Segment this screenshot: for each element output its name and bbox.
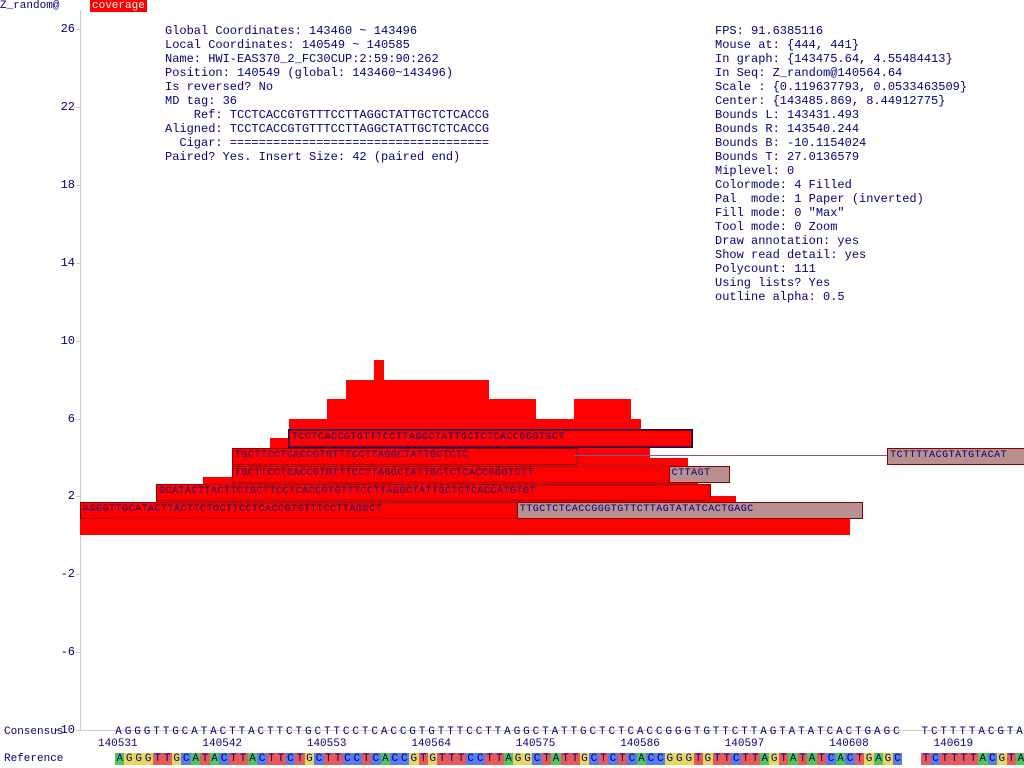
- position-tick: 140542: [202, 738, 242, 750]
- track-label: Z_random@: [0, 0, 59, 12]
- reference-sequence: AGGGTTGCATACTTACTTCTGCTTCCTCACCGTGTTTCCT…: [115, 753, 1024, 765]
- y-tick: 2: [40, 489, 75, 503]
- position-tick: 140564: [411, 738, 451, 750]
- y-tick: 18: [40, 178, 75, 192]
- position-tick: 140553: [307, 738, 347, 750]
- read-info-panel: Global Coordinates: 143460 ~ 143496 Loca…: [165, 24, 489, 164]
- aligned-read[interactable]: TCCTCACCGTGTTTCCTTAGGCTATTGCTCTCACCGGGTG…: [289, 430, 692, 447]
- aligned-read[interactable]: AGGGTTGCATACTTACTTCTGCTTCCTCACCGTGTTTCCT…: [80, 502, 521, 519]
- consensus-row-label: Consensus: [4, 726, 63, 738]
- y-tick: 22: [40, 100, 75, 114]
- y-tick: 10: [40, 334, 75, 348]
- reference-row-label: Reference: [4, 753, 63, 765]
- aligned-read[interactable]: TGCTTCCTCACCGTGTTTCCTTAGGCTATTGCTCTC: [232, 448, 578, 465]
- consensus-sequence: AGGGTTGCATACTTACTTCTGCTTCCTCACCGTGTTTCCT…: [115, 726, 1024, 738]
- aligned-read[interactable]: TCTTTTACGTATGTACAT: [887, 448, 1024, 465]
- position-tick: 140619: [934, 738, 974, 750]
- y-tick: 14: [40, 256, 75, 270]
- position-tick: 140531: [98, 738, 138, 750]
- y-tick: -6: [40, 645, 75, 659]
- aligned-read[interactable]: TGCTTCCTCACCGTGTTTCCTTAGGCTATTGCTCTCACCG…: [232, 466, 673, 483]
- aligned-read[interactable]: CTTAGT: [669, 466, 730, 483]
- position-tick: 140575: [516, 738, 556, 750]
- y-tick: 6: [40, 412, 75, 426]
- aligned-read[interactable]: TTGCTCTCACCGGGTGTTCTTAGTATATCACTGAGC: [517, 502, 863, 519]
- y-tick: 26: [40, 22, 75, 36]
- position-tick: 140608: [829, 738, 869, 750]
- aligned-read[interactable]: GCATACTTACTTCTGCTTCCTCACCGTGTTTCCTTAGGCT…: [156, 484, 711, 501]
- position-tick: 140586: [620, 738, 660, 750]
- position-tick: 140597: [725, 738, 765, 750]
- y-tick: -2: [40, 567, 75, 581]
- debug-hud: FPS: 91.6385116 Mouse at: {444, 441} In …: [715, 24, 967, 304]
